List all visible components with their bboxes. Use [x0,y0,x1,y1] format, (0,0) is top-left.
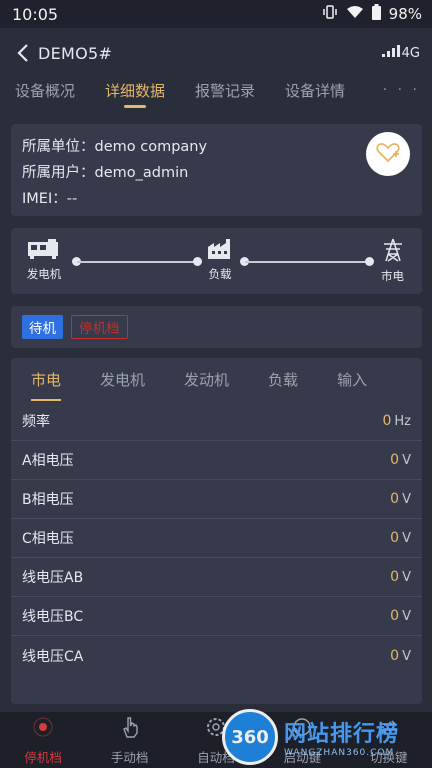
table-row: C相电压 0V [11,519,422,558]
row-value: 0V [390,530,411,546]
row-value: 0V [390,608,411,624]
battery-level: 98% [388,5,422,23]
power-flow-card: 发电机 负载 市电 [11,228,422,294]
row-number: 0 [390,608,400,624]
row-label: B相电压 [22,492,74,508]
flow-load: 负载 [207,238,233,282]
flow-line [77,261,197,263]
watermark-badge: 360 [222,709,278,765]
flow-line [245,261,369,263]
row-number: 0 [390,452,400,468]
flow-mains: 市电 [381,238,404,284]
main-tabs: 设备概况 详细数据 报警记录 设备详情 · · · [0,72,432,108]
mode-card: 待机 停机档 [11,306,422,348]
row-label: 线电压AB [22,570,84,586]
site-watermark: 360 网站排行榜 WANGZHAN360.COM [222,706,432,768]
row-unit: V [402,570,411,585]
sub-tab-generator[interactable]: 发电机 [100,369,145,390]
status-icons: 98% [322,4,422,24]
status-bar: 10:05 98% [0,0,432,28]
status-time: 10:05 [12,4,59,24]
network-type: 4G [401,46,420,61]
row-value: 0V [390,491,411,507]
network-status: 4G [381,45,420,61]
hand-icon [119,715,141,743]
owner-user: 所属用户：demo_admin [22,165,189,181]
sub-tab-load[interactable]: 负载 [268,369,298,390]
row-number: 0 [382,413,392,429]
row-label: 线电压CA [22,648,84,665]
row-number: 0 [390,491,400,507]
tab-overview[interactable]: 设备概况 [15,80,75,101]
data-rows: 频率 0 Hz A相电压 0V B相电压 0V C相电压 0V 线电压AB 0V … [11,402,422,675]
row-value: 0V [390,648,411,664]
row-unit: V [402,453,411,468]
wifi-icon [346,5,364,23]
row-unit: V [402,531,411,546]
row-label: C相电压 [22,531,74,547]
tab-device-details[interactable]: 设备详情 [285,80,345,101]
power-tower-icon [382,238,404,266]
flow-dot [193,257,202,266]
imei: IMEI：-- [22,191,78,207]
tab-alarm-records[interactable]: 报警记录 [195,80,255,101]
row-value: 0 Hz [382,413,411,429]
table-row: 频率 0 Hz [11,402,422,441]
watermark-text: 网站排行榜 WANGZHAN360.COM [284,716,399,758]
manual-mode-button[interactable]: 手动档 [87,715,173,766]
battery-icon [371,4,381,24]
more-tabs-icon[interactable]: · · · [383,82,420,98]
row-value: 0V [390,452,411,468]
flow-generator-label: 发电机 [26,267,62,281]
signal-bars-icon [381,45,400,61]
sub-tab-engine[interactable]: 发动机 [184,369,229,390]
row-label: A相电压 [22,453,74,469]
tab-detail-data[interactable]: 详细数据 [105,80,165,101]
data-sub-tabs: 市电 发电机 发动机 负载 输入 [11,358,422,401]
row-unit: Hz [394,414,411,429]
flow-load-label: 负载 [208,267,232,281]
row-unit: V [402,609,411,624]
table-row: 线电压AB 0V [11,558,422,597]
watermark-sub: WANGZHAN360.COM [284,748,395,758]
row-label: 频率 [22,414,50,430]
row-unit: V [402,492,411,507]
heart-plus-icon [376,141,400,167]
sub-tab-mains[interactable]: 市电 [31,369,62,401]
title-bar: DEMO5# 4G [0,28,432,78]
data-card: 市电 发电机 发动机 负载 输入 频率 0 Hz A相电压 0V B相电压 0V … [11,358,422,704]
flow-dot [365,257,374,266]
flow-generator: 发电机 [26,238,62,282]
vibrate-icon [322,4,338,24]
favorite-button[interactable] [366,132,410,176]
status-badge-stopped: 停机档 [71,315,128,339]
sub-tab-input[interactable]: 输入 [337,369,367,390]
stop-mode-label: 停机档 [24,749,62,765]
row-number: 0 [390,530,400,546]
row-value: 0V [390,569,411,585]
owner-unit: 所属单位：demo company [22,139,208,155]
table-row: 线电压BC 0V [11,597,422,636]
table-row: B相电压 0V [11,480,422,519]
row-label: 线电压BC [22,609,84,625]
factory-icon [207,238,233,264]
manual-mode-label: 手动档 [110,749,149,765]
table-row: A相电压 0V [11,441,422,480]
device-title: DEMO5# [38,43,113,63]
row-number: 0 [390,569,400,585]
stop-mode-button[interactable]: 停机档 [0,715,86,766]
row-unit: V [402,648,411,664]
watermark-main: 网站排行榜 [284,722,400,747]
row-number: 0 [390,647,400,664]
table-row: 线电压CA 0V [11,636,422,675]
stop-icon [31,715,55,743]
generator-icon [26,238,62,264]
back-arrow-icon[interactable] [12,42,34,64]
flow-mains-label: 市电 [381,269,404,283]
status-badge-standby: 待机 [22,315,63,339]
device-info-card: 所属单位：demo company 所属用户：demo_admin IMEI：-… [11,124,422,216]
